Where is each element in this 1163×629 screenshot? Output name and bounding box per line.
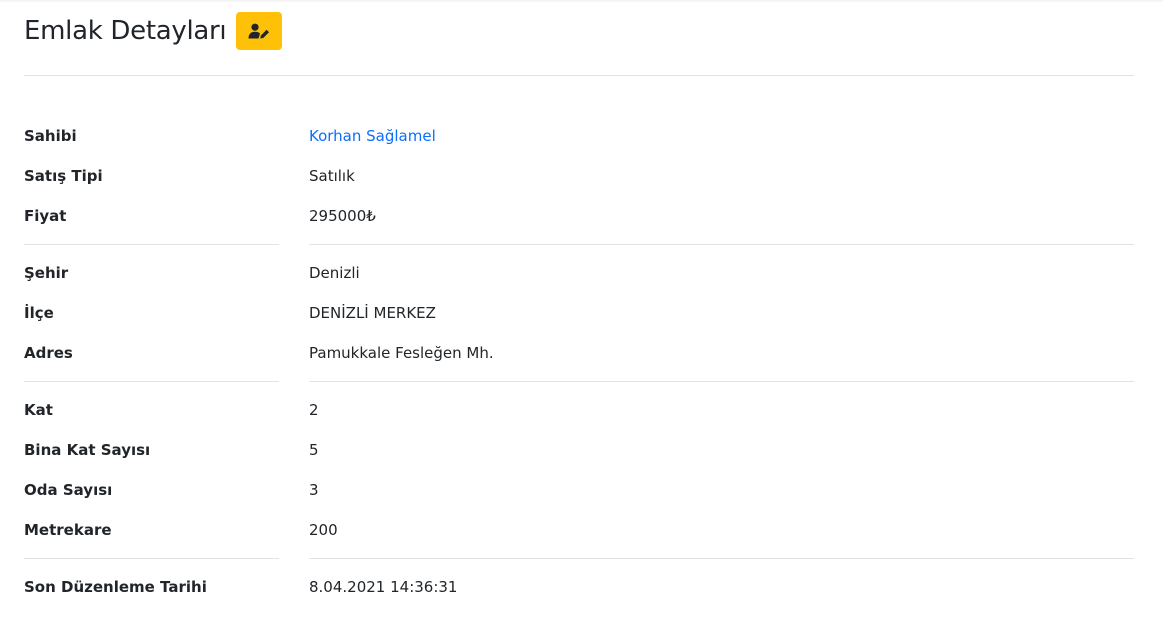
room-count-value: 3 <box>309 481 319 499</box>
detail-row-sale-type: Satış Tipi Satılık <box>24 156 1134 196</box>
section-divider-right <box>309 381 1134 382</box>
section-divider-left <box>24 244 279 245</box>
header-divider <box>24 75 1134 76</box>
room-count-label: Oda Sayısı <box>24 481 113 499</box>
detail-row-last-edit: Son Düzenleme Tarihi 8.04.2021 14:36:31 <box>24 567 1134 607</box>
address-value: Pamukkale Fesleğen Mh. <box>309 344 494 362</box>
city-label: Şehir <box>24 264 69 282</box>
section-divider-right <box>309 558 1134 559</box>
page-title: Emlak Detayları <box>24 16 227 46</box>
edit-property-button[interactable] <box>236 12 283 50</box>
price-value: 295000₺ <box>309 207 376 225</box>
page-header: Emlak Detayları <box>24 0 1134 62</box>
last-edit-value: 8.04.2021 14:36:31 <box>309 578 458 596</box>
last-edit-label: Son Düzenleme Tarihi <box>24 578 207 596</box>
detail-row-district: İlçe DENİZLİ MERKEZ <box>24 293 1134 333</box>
detail-row-address: Adres Pamukkale Fesleğen Mh. <box>24 333 1134 373</box>
user-edit-icon <box>248 23 270 39</box>
section-divider-right <box>309 244 1134 245</box>
detail-row-price: Fiyat 295000₺ <box>24 196 1134 236</box>
detail-row-city: Şehir Denizli <box>24 253 1134 293</box>
owner-label: Sahibi <box>24 127 77 145</box>
district-value: DENİZLİ MERKEZ <box>309 304 436 322</box>
detail-row-owner: Sahibi Korhan Sağlamel <box>24 116 1134 156</box>
section-divider-left <box>24 558 279 559</box>
detail-row-building-floors: Bina Kat Sayısı 5 <box>24 430 1134 470</box>
price-label: Fiyat <box>24 207 67 225</box>
detail-row-square-meters: Metrekare 200 <box>24 510 1134 550</box>
district-label: İlçe <box>24 304 54 322</box>
floor-value: 2 <box>309 401 319 419</box>
owner-link[interactable]: Korhan Sağlamel <box>309 116 436 156</box>
floor-label: Kat <box>24 401 53 419</box>
square-meters-label: Metrekare <box>24 521 112 539</box>
detail-row-floor: Kat 2 <box>24 390 1134 430</box>
building-floors-label: Bina Kat Sayısı <box>24 441 151 459</box>
sale-type-value: Satılık <box>309 167 355 185</box>
sale-type-label: Satış Tipi <box>24 167 103 185</box>
address-label: Adres <box>24 344 73 362</box>
city-value: Denizli <box>309 264 360 282</box>
square-meters-value: 200 <box>309 521 338 539</box>
detail-row-room-count: Oda Sayısı 3 <box>24 470 1134 510</box>
property-details-container: Emlak Detayları Sahibi Korhan Sağlamel S… <box>24 0 1134 596</box>
building-floors-value: 5 <box>309 441 319 459</box>
section-divider-left <box>24 381 279 382</box>
